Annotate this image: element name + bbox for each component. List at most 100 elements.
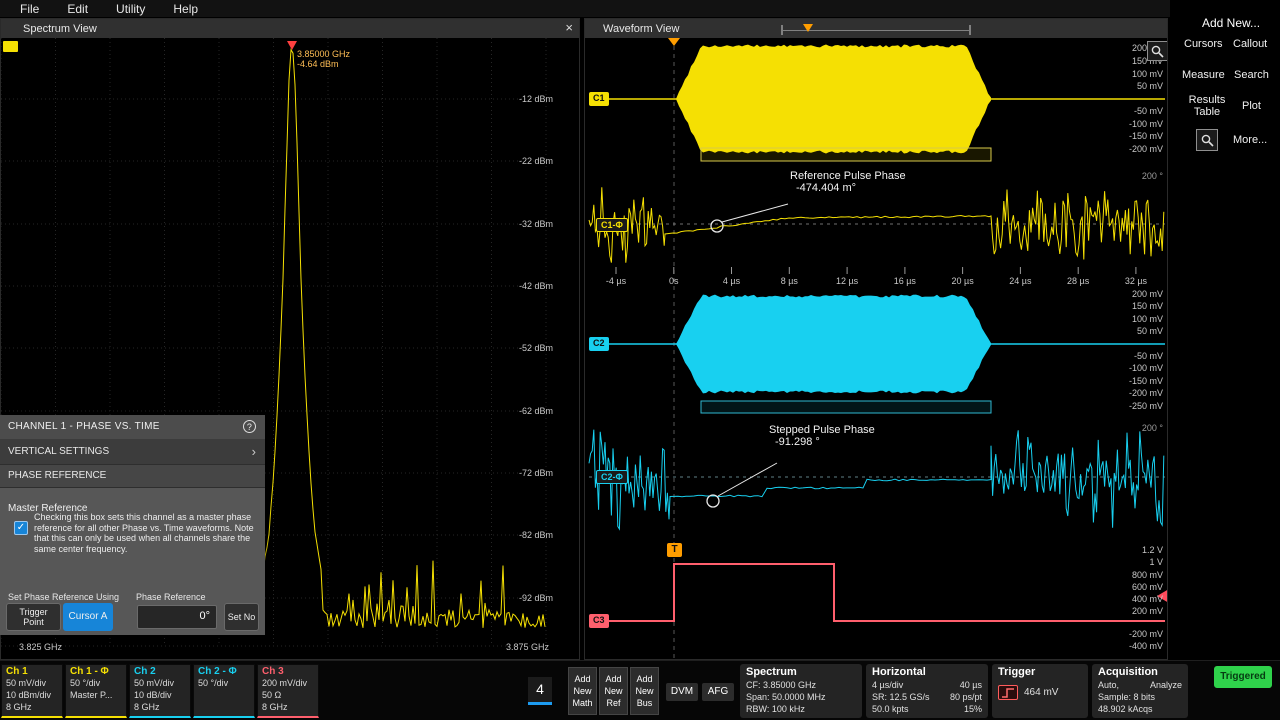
- time-axis-tick: 24 µs: [995, 276, 1045, 286]
- waveform-plot[interactable]: 200 mV150 mV100 mV50 mV-50 mV-100 mV-150…: [585, 38, 1167, 659]
- ch2-phase-waveform[interactable]: [589, 430, 1164, 529]
- time-axis-tick: 20 µs: [938, 276, 988, 286]
- acq-analyze: Analyze: [1150, 679, 1182, 691]
- cursor-a-button[interactable]: Cursor A: [63, 603, 113, 631]
- master-reference-checkbox[interactable]: ✓: [14, 521, 28, 535]
- ch2-badge[interactable]: C2: [589, 337, 609, 351]
- vertical-settings-section[interactable]: VERTICAL SETTINGS ›: [0, 439, 265, 465]
- add-new-math-button[interactable]: Add New Math: [568, 667, 597, 715]
- ch2-burst-waveform[interactable]: [676, 295, 991, 394]
- channel-badge-3[interactable]: Ch 250 mV/div10 dB/div8 GHz: [129, 664, 191, 718]
- horizontal-settings-badge[interactable]: Horizontal 4 µs/div40 µs SR: 12.5 GS/s80…: [866, 664, 988, 718]
- channel-badge-2[interactable]: Ch 1 - Φ50 °/divMaster P...: [65, 664, 127, 718]
- menu-help[interactable]: Help: [173, 2, 198, 16]
- ch2-scale-tick: 100 mV: [1097, 314, 1163, 324]
- channel-setting: 50 mV/div: [130, 677, 190, 689]
- zoom-icon[interactable]: [1147, 41, 1167, 61]
- spectrum-stop-frequency: 3.875 GHz: [481, 642, 549, 652]
- position-percent: 15%: [964, 703, 982, 715]
- add-new-bus-button[interactable]: Add New Bus: [630, 667, 659, 715]
- ch1-measurement-gate[interactable]: [701, 148, 991, 161]
- ch2-measurement-gate[interactable]: [701, 401, 991, 413]
- ch3-pulse-waveform[interactable]: [589, 564, 1165, 621]
- zoom-tool-button[interactable]: [1196, 129, 1218, 151]
- phase-reference-field-label: Phase Reference: [136, 592, 206, 602]
- acquisition-settings-badge[interactable]: Acquisition Auto,Analyze Sample: 8 bits …: [1092, 664, 1188, 718]
- ch2-scale-tick: -200 mV: [1097, 388, 1163, 398]
- channel-setting: Master P...: [66, 689, 126, 701]
- waveform-count-badge[interactable]: 4: [528, 677, 552, 705]
- trigger-source-badge[interactable]: T: [667, 543, 682, 557]
- measure-button[interactable]: Measure: [1182, 69, 1225, 81]
- menu-utility[interactable]: Utility: [116, 2, 145, 16]
- help-icon[interactable]: ?: [243, 420, 256, 433]
- channel-name: Ch 1: [2, 665, 62, 677]
- phase-reference-section[interactable]: PHASE REFERENCE: [0, 465, 265, 488]
- dialog-titlebar[interactable]: CHANNEL 1 - PHASE VS. TIME ?: [0, 415, 265, 439]
- vertical-settings-label: VERTICAL SETTINGS: [8, 446, 109, 457]
- time-axis-tick: -4 µs: [591, 276, 641, 286]
- close-icon[interactable]: ×: [565, 20, 573, 35]
- peak-readout: 3.85000 GHz -4.64 dBm: [297, 49, 350, 69]
- peak-marker-icon[interactable]: [287, 41, 297, 50]
- channel1-phase-dialog: CHANNEL 1 - PHASE VS. TIME ? VERTICAL SE…: [0, 415, 265, 635]
- add-new-ref-button[interactable]: Add New Ref: [599, 667, 628, 715]
- ch1-burst-waveform[interactable]: [676, 45, 991, 154]
- cursors-button[interactable]: Cursors: [1184, 38, 1223, 50]
- ch2-scale-tick: 50 mV: [1097, 326, 1163, 336]
- ch1-phase-waveform[interactable]: [589, 187, 1164, 262]
- channel-name: Ch 1 - Φ: [66, 665, 126, 677]
- ch2-phase-badge[interactable]: C2-Φ: [596, 470, 628, 484]
- horizontal-position-slider[interactable]: [781, 23, 971, 34]
- channel-badge-1[interactable]: Ch 150 mV/div10 dBm/div8 GHz: [1, 664, 63, 718]
- spectrum-start-frequency: 3.825 GHz: [19, 642, 62, 652]
- time-axis-tick: 32 µs: [1111, 276, 1161, 286]
- trigger-position-icon[interactable]: [668, 38, 680, 46]
- menu-file[interactable]: File: [20, 2, 39, 16]
- waveform-titlebar[interactable]: Waveform View: [585, 19, 1167, 38]
- channel-setting: 50 mV/div: [2, 677, 62, 689]
- plot-button[interactable]: Plot: [1242, 100, 1261, 112]
- magnifier-icon: [1201, 134, 1214, 147]
- time-axis-tick: 28 µs: [1053, 276, 1103, 286]
- menu-edit[interactable]: Edit: [67, 2, 88, 16]
- trigger-position-handle-icon[interactable]: [803, 24, 813, 32]
- annotation-value: -91.298 °: [769, 436, 875, 448]
- ch1-scale-tick: -200 mV: [1097, 144, 1163, 154]
- callout-handle-icon[interactable]: [3, 41, 18, 52]
- spectrum-titlebar[interactable]: Spectrum View ×: [1, 19, 579, 38]
- phase-reference-input[interactable]: 0°: [137, 605, 217, 629]
- ch1-phase-badge[interactable]: C1-Φ: [596, 218, 628, 232]
- results-table-button[interactable]: Results Table: [1184, 94, 1230, 118]
- ch1-scale-tick: 50 mV: [1097, 81, 1163, 91]
- callout-button[interactable]: Callout: [1233, 38, 1267, 50]
- button-label: New: [604, 685, 622, 697]
- ch1-badge[interactable]: C1: [589, 92, 609, 106]
- search-button[interactable]: Search: [1234, 69, 1269, 81]
- trigger-point-button[interactable]: Trigger Point: [6, 603, 61, 631]
- button-label: Add: [636, 673, 652, 685]
- ch2-scale-tick: -250 mV: [1097, 401, 1163, 411]
- dvm-button[interactable]: DVM: [666, 683, 698, 701]
- spectrum-y-tick: -92 dBm: [487, 593, 553, 603]
- ch3-badge[interactable]: C3: [589, 614, 609, 628]
- sample-rate-value: SR: 12.5 GS/s: [872, 691, 930, 703]
- channel-setting: 50 °/div: [194, 677, 254, 689]
- slider-left-end: [781, 25, 783, 35]
- ch2-phase-scale-tick: 200 °: [1097, 423, 1163, 433]
- spectrum-y-tick: -12 dBm: [487, 94, 553, 104]
- button-label: Add: [605, 673, 621, 685]
- spectrum-settings-badge[interactable]: Spectrum CF: 3.85000 GHz Span: 50.0000 M…: [740, 664, 862, 718]
- channel-setting: 10 dB/div: [130, 689, 190, 701]
- time-axis-tick: 16 µs: [880, 276, 930, 286]
- set-phase-reference-using-label: Set Phase Reference Using: [8, 592, 119, 602]
- button-label: New: [635, 685, 653, 697]
- panel-title: Acquisition: [1098, 666, 1182, 679]
- channel-badge-5[interactable]: Ch 3200 mV/div50 Ω8 GHz: [257, 664, 319, 718]
- set-now-button[interactable]: Set No: [224, 603, 259, 631]
- afg-button[interactable]: AFG: [702, 683, 734, 701]
- more-button[interactable]: More...: [1233, 134, 1267, 146]
- channel-badge-4[interactable]: Ch 2 - Φ50 °/div: [193, 664, 255, 718]
- trigger-settings-badge[interactable]: Trigger 464 mV: [992, 664, 1088, 718]
- triggered-status-badge[interactable]: Triggered: [1214, 666, 1272, 688]
